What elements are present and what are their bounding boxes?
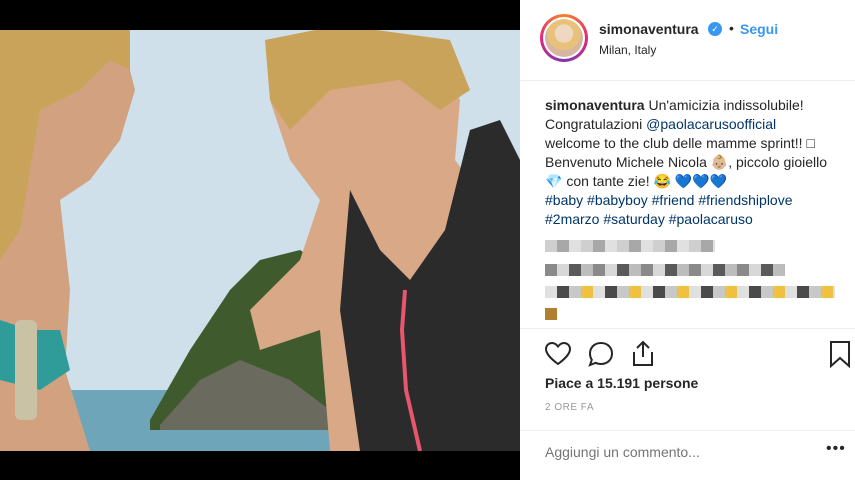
caption-text-1: Un'amicizia indissolubile! [648,97,804,113]
post-panel: simonaventura ✓ • Segui Milan, Italy sim… [520,0,855,480]
caption-text-3: welcome to the club delle mamme sprint!!… [545,135,815,151]
follow-button[interactable]: Segui [740,21,778,37]
hashtags-line-1[interactable]: #baby #babyboy #friend #friendshiplove [545,191,845,210]
post-caption: simonaventura Un'amicizia indissolubile!… [545,96,845,229]
mention-link[interactable]: @paolacarusoofficial [646,116,776,132]
blurred-comment-1 [545,240,715,252]
like-heart-icon[interactable] [544,340,572,368]
likes-count[interactable]: Piace a 15.191 persone [545,375,698,391]
hashtags-line-2[interactable]: #2marzo #saturday #paolacaruso [545,210,845,229]
avatar[interactable] [540,14,588,62]
more-options-icon[interactable]: ••• [826,440,846,458]
caption-text-2: Congratulazioni [545,116,647,132]
share-icon[interactable] [629,340,657,368]
username-link[interactable]: simonaventura [599,21,699,37]
bookmark-icon[interactable] [828,340,852,368]
pixelated-comments [545,238,845,320]
caption-text-5: 💎 con tante zie! 😂 💙💙💙 [545,173,728,189]
comment-input[interactable] [545,444,805,460]
separator-dot: • [729,20,734,36]
divider [520,328,855,329]
post-actions [544,340,850,368]
verified-badge-icon: ✓ [708,22,722,36]
post-timestamp[interactable]: 2 ORE FA [545,402,594,413]
blurred-comment-3 [545,286,835,298]
comment-icon[interactable] [587,340,615,368]
caption-text-4: Benvenuto Michele Nicola 👶🏼, piccolo gio… [545,154,828,170]
post-image[interactable] [0,30,520,451]
blurred-comment-2 [545,264,785,276]
divider [520,430,855,431]
post-photo [0,30,520,451]
blurred-comment-4 [545,308,557,320]
caption-username[interactable]: simonaventura [545,97,645,113]
post-header: simonaventura ✓ • Segui Milan, Italy [520,0,855,81]
location-link[interactable]: Milan, Italy [599,43,656,57]
